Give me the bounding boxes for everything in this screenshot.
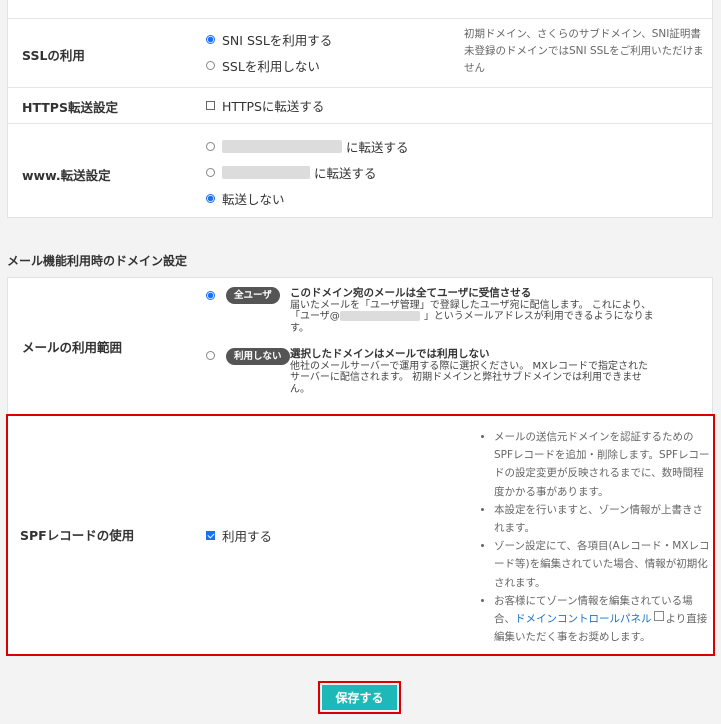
spf-option[interactable]: 利用する — [206, 526, 272, 545]
ssl-option-none[interactable]: SSLを利用しない — [206, 56, 320, 75]
redacted-domain — [339, 311, 420, 321]
redacted-domain — [222, 140, 342, 153]
divider — [8, 18, 712, 19]
www-option-2[interactable]: に転送する — [206, 163, 377, 182]
no-use-desc-line1: 他社のメールサーバーで運用する際に選択ください。 MXレコードで指定された — [290, 360, 648, 372]
radio-icon[interactable] — [206, 168, 215, 177]
spf-label: SPFレコードの使用 — [20, 528, 135, 543]
all-users-badge: 全ユーザ — [226, 287, 280, 304]
www-option-1-label: に転送する — [346, 140, 409, 155]
spf-option-label: 利用する — [222, 529, 273, 544]
save-button-highlight: 保存する — [318, 681, 401, 714]
radio-selected-icon[interactable] — [206, 194, 215, 203]
no-use-badge: 利用しない — [226, 348, 290, 365]
www-option-1[interactable]: に転送する — [206, 137, 409, 156]
save-button[interactable]: 保存する — [322, 685, 397, 710]
www-option-2-label: に転送する — [314, 166, 377, 181]
all-users-desc-line3: す。 — [290, 322, 309, 334]
spf-note-item: メールの送信元ドメインを認証するためのSPFレコードを追加・削除します。SPFレ… — [494, 428, 710, 501]
ssl-label: SSLの利用 — [22, 48, 85, 63]
spf-note-item: お客様にてゾーン情報を編集されている場合、ドメインコントロールパネルより直接編集… — [494, 592, 710, 647]
mail-section-title: メール機能利用時のドメイン設定 — [7, 254, 188, 268]
https-option[interactable]: HTTPSに転送する — [206, 96, 324, 115]
ssl-option-none-label: SSLを利用しない — [222, 59, 320, 74]
www-option-3-label: 転送しない — [222, 192, 285, 207]
ssl-option-sni-label: SNI SSLを利用する — [222, 33, 333, 48]
spf-note-item: ゾーン設定にて、各項目(Aレコード・MXレコード等)を編集されていた場合、情報が… — [494, 537, 710, 592]
ssl-option-sni[interactable]: SNI SSLを利用する — [206, 30, 332, 49]
divider — [8, 87, 712, 88]
spf-setting-row: SPFレコードの使用 利用する メールの送信元ドメインを認証するためのSPFレコ… — [6, 414, 715, 656]
spf-notes: メールの送信元ドメインを認証するためのSPFレコードを追加・削除します。SPFレ… — [478, 428, 710, 646]
mail-usage-label: メールの利用範囲 — [22, 340, 123, 355]
ssl-note: 初期ドメイン、さくらのサブドメイン、SNI証明書未登録のドメインではSNI SS… — [464, 28, 704, 74]
all-users-desc-prefix: 「ユーザ@ — [290, 311, 340, 322]
all-users-description: このドメイン宛のメールは全てユーザに受信させる 届いたメールを「ユーザ管理」で登… — [290, 287, 710, 334]
no-use-title: 選択したドメインはメールでは利用しない — [290, 348, 490, 360]
radio-selected-icon[interactable] — [206, 35, 215, 44]
checkbox-icon[interactable] — [206, 101, 215, 110]
radio-icon[interactable] — [206, 351, 215, 360]
redacted-domain — [222, 166, 310, 179]
radio-icon[interactable] — [206, 61, 215, 70]
no-use-desc-line3: ん。 — [290, 383, 310, 395]
domain-control-panel-link[interactable]: ドメインコントロールパネル — [515, 613, 652, 625]
mail-settings-card: メールの利用範囲 全ユーザ このドメイン宛のメールは全てユーザに受信させる 届い… — [7, 277, 713, 414]
all-users-title: このドメイン宛のメールは全てユーザに受信させる — [290, 287, 532, 299]
radio-selected-icon[interactable] — [206, 291, 215, 300]
radio-icon[interactable] — [206, 142, 215, 151]
domain-settings-card: SSLの利用 SNI SSLを利用する SSLを利用しない 初期ドメイン、さくら… — [7, 0, 713, 218]
external-link-icon — [653, 611, 664, 622]
spf-note-item: 本設定を行いますと、ゾーン情報が上書きされます。 — [494, 501, 710, 537]
all-users-desc-suffix: 」というメールアドレスが利用できるようになりま — [423, 311, 654, 322]
www-label: www.転送設定 — [22, 168, 111, 183]
checkbox-checked-icon[interactable] — [206, 531, 215, 540]
divider — [8, 123, 712, 124]
all-users-desc-line1: 届いたメールを「ユーザ管理」で登録したユーザ宛に配信します。 これにより、 — [290, 299, 652, 311]
https-option-label: HTTPSに転送する — [222, 99, 325, 114]
no-use-desc-line2: サーバーに配信されます。 初期ドメインと弊社サブドメインでは利用できませ — [290, 372, 642, 383]
https-label: HTTPS転送設定 — [22, 100, 118, 115]
no-use-description: 選択したドメインはメールでは利用しない 他社のメールサーバーで運用する際に選択く… — [290, 348, 710, 395]
www-option-3[interactable]: 転送しない — [206, 189, 285, 208]
